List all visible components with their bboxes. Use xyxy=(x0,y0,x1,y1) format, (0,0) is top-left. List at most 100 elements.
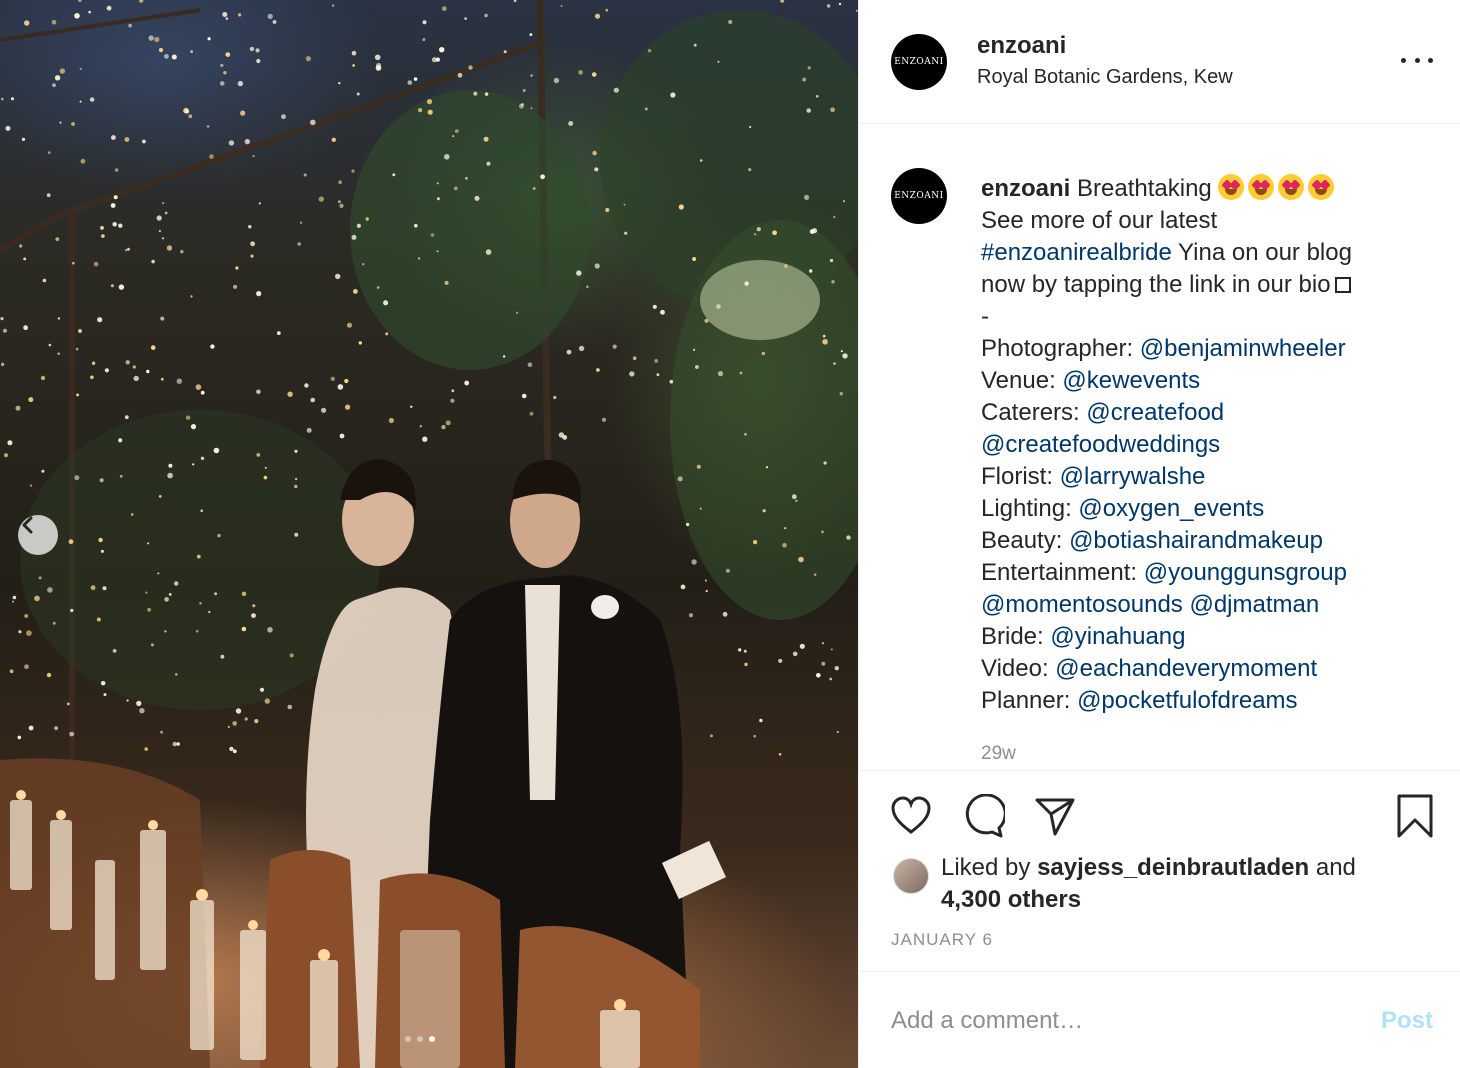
fairy-light xyxy=(126,699,129,702)
fairy-light xyxy=(834,666,839,671)
fairy-light xyxy=(756,227,761,232)
post-photo[interactable] xyxy=(0,0,858,1068)
fairy-light xyxy=(795,499,798,502)
fairy-light xyxy=(168,463,173,468)
fairy-light xyxy=(374,54,381,61)
fairy-light xyxy=(125,248,128,252)
mention-link[interactable]: @djmatman xyxy=(1189,591,1319,618)
post-username[interactable]: enzoani xyxy=(977,32,1066,60)
fairy-light xyxy=(57,317,61,320)
mention-link[interactable]: @pocketfulofdreams xyxy=(1077,687,1297,714)
fairy-light xyxy=(251,613,256,618)
fairy-light xyxy=(744,662,748,667)
fairy-light xyxy=(351,50,357,56)
mention-link[interactable]: @larrywalshe xyxy=(1060,463,1206,490)
fairy-light xyxy=(12,600,15,603)
credit-label: Lighting: xyxy=(981,495,1079,522)
fairy-light xyxy=(110,284,114,288)
mention-link[interactable]: @oxygen_events xyxy=(1078,495,1264,522)
more-dot xyxy=(1428,57,1433,63)
fairy-light xyxy=(150,643,154,647)
fairy-light xyxy=(104,368,109,373)
fairy-light xyxy=(46,672,52,678)
fairy-light xyxy=(353,289,358,294)
fairy-light xyxy=(235,708,242,714)
fairy-light xyxy=(192,463,195,466)
mention-link[interactable]: @younggunsgroup xyxy=(1144,559,1347,586)
fairy-light xyxy=(304,383,309,388)
fairy-light xyxy=(26,630,32,636)
fairy-light xyxy=(839,392,843,396)
fairy-light xyxy=(422,20,427,25)
more-options-icon[interactable] xyxy=(1401,50,1433,70)
fairy-light xyxy=(436,197,440,201)
fairy-light xyxy=(351,169,355,173)
fairy-light xyxy=(717,60,720,63)
fairy-light xyxy=(151,259,155,264)
fairy-light xyxy=(483,136,489,142)
fairy-light xyxy=(220,63,224,68)
likes-others-count[interactable]: 4,300 others xyxy=(941,886,1081,913)
post-comment-button[interactable]: Post xyxy=(1381,1007,1433,1035)
mention-link[interactable]: @benjaminwheeler xyxy=(1140,335,1346,362)
credit-line: Caterers: @createfood xyxy=(981,397,1431,429)
caption-username[interactable]: enzoani xyxy=(981,175,1070,202)
fairy-light xyxy=(127,247,130,251)
fairy-light xyxy=(29,484,33,487)
mention-link[interactable]: @createfood xyxy=(1086,399,1224,426)
mention-link[interactable]: @createfoodweddings xyxy=(981,431,1220,458)
share-button[interactable] xyxy=(1033,794,1077,843)
post-date[interactable]: JANUARY 6 xyxy=(891,930,993,950)
fairy-light xyxy=(530,107,533,110)
fairy-light xyxy=(612,344,617,349)
fairy-light xyxy=(40,375,46,381)
fairy-light xyxy=(792,651,798,657)
credit-line: Florist: @larrywalshe xyxy=(981,461,1431,493)
liked-by-avatar[interactable] xyxy=(893,858,929,894)
carousel-prev-button[interactable] xyxy=(18,515,58,555)
fairy-light xyxy=(244,717,248,721)
fairy-light xyxy=(162,202,165,205)
caption-line: #enzoanirealbride Yina on our blog xyxy=(981,237,1431,269)
fairy-light xyxy=(780,0,785,3)
fairy-light xyxy=(238,13,242,17)
fairy-light xyxy=(444,280,449,285)
fairy-light xyxy=(560,4,563,7)
fairy-light xyxy=(227,725,230,728)
comment-button[interactable] xyxy=(961,793,1007,843)
mention-link[interactable]: @kewevents xyxy=(1062,367,1200,394)
fairy-light xyxy=(677,476,683,482)
caption-avatar[interactable]: ENZOANI xyxy=(891,168,947,224)
fairy-light xyxy=(704,318,709,323)
hashtag-link[interactable]: #enzoanirealbride xyxy=(981,239,1172,266)
mention-link[interactable]: @yinahuang xyxy=(1050,623,1185,650)
heart-eyes-emoji-icon xyxy=(1308,174,1335,200)
fairy-light xyxy=(100,549,104,553)
comment-input[interactable] xyxy=(891,1005,1351,1037)
post-time-ago[interactable]: 29w xyxy=(981,743,1016,765)
fairy-light xyxy=(654,359,659,363)
profile-avatar[interactable]: ENZOANI xyxy=(891,34,947,90)
post-location[interactable]: Royal Botanic Gardens, Kew xyxy=(977,66,1233,89)
fairy-light xyxy=(629,371,635,377)
fairy-light xyxy=(54,726,58,730)
fairy-light xyxy=(240,110,246,116)
liked-by-user[interactable]: sayjess_deinbrautladen xyxy=(1037,854,1309,881)
fairy-light xyxy=(376,286,380,289)
mention-link[interactable]: @eachandeverymoment xyxy=(1055,655,1317,682)
like-button[interactable] xyxy=(889,794,933,843)
fairy-light xyxy=(553,395,557,400)
fairy-light xyxy=(338,180,342,184)
fairy-light xyxy=(176,742,180,746)
fairy-light xyxy=(624,231,628,235)
mention-link[interactable]: @botiashairandmakeup xyxy=(1069,527,1323,554)
fairy-light xyxy=(264,698,270,704)
fairy-light xyxy=(647,49,652,53)
save-button[interactable] xyxy=(1395,792,1435,845)
fairy-light xyxy=(124,137,130,142)
fairy-light xyxy=(160,730,164,734)
fairy-light xyxy=(199,602,202,605)
fairy-light xyxy=(418,108,423,113)
fairy-light xyxy=(430,233,435,237)
mention-link[interactable]: @momentosounds xyxy=(981,591,1183,618)
